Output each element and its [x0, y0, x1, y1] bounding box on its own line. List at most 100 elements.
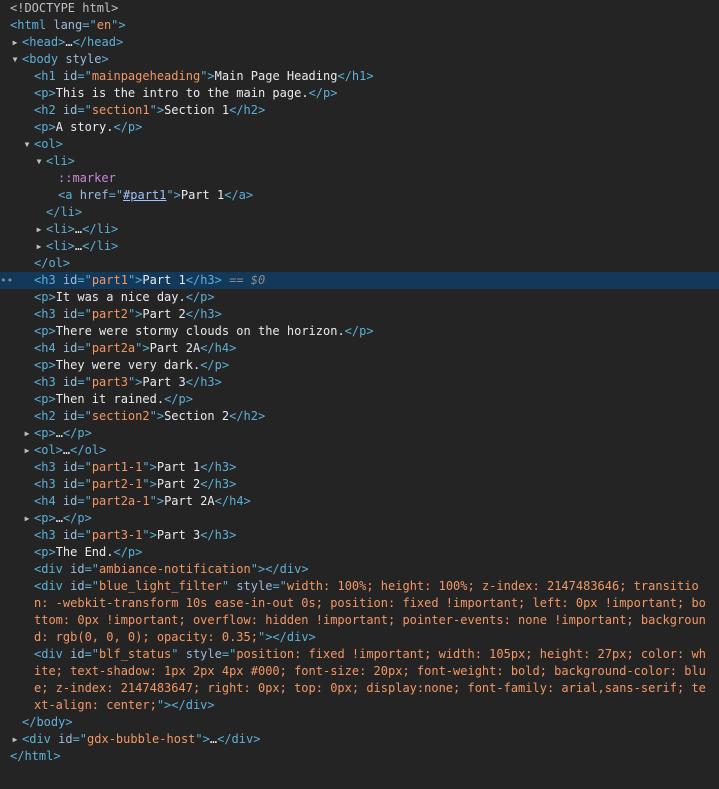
- token-tag: <ol>: [34, 137, 63, 151]
- dom-node[interactable]: ▶ <ol>…</ol>: [0, 442, 719, 459]
- token-an: id: [70, 579, 85, 593]
- token-tag: ">: [135, 341, 150, 355]
- token-av: en: [96, 18, 112, 32]
- token-tag: </h2>: [229, 409, 266, 423]
- collapse-triangle-icon[interactable]: ▼: [22, 136, 32, 153]
- token-tag: <p>: [34, 324, 56, 338]
- dom-node[interactable]: ▼ <body style>: [0, 51, 719, 68]
- dom-node[interactable]: ▶ <li>…</li>: [0, 221, 719, 238]
- token-tag: <p>: [34, 86, 56, 100]
- dom-node[interactable]: <p>A story.</p>: [0, 119, 719, 136]
- token-an: id: [62, 341, 78, 355]
- dom-node[interactable]: <div id="ambiance-notification"></div>: [0, 561, 719, 578]
- token-tag: ">: [127, 307, 143, 321]
- token-tag: <p>: [34, 545, 56, 559]
- token-eq: == $0: [221, 273, 266, 287]
- dom-node[interactable]: <p>The End.</p>: [0, 544, 719, 561]
- dom-node[interactable]: ▶ <li>…</li>: [0, 238, 719, 255]
- dom-node[interactable]: <div id="blue_light_filter" style="width…: [0, 578, 719, 646]
- dom-node-selected[interactable]: •• <h3 id="part1">Part 1</h3> == $0: [0, 272, 719, 289]
- token-ell: …: [209, 732, 218, 746]
- token-tag: <div: [34, 579, 71, 593]
- token-tag: =": [221, 647, 237, 661]
- expand-triangle-icon[interactable]: ▶: [34, 221, 44, 238]
- token-tag: ">: [127, 375, 143, 389]
- expand-triangle-icon[interactable]: ▶: [34, 238, 44, 255]
- token-tag: </li>: [46, 205, 83, 219]
- dom-node[interactable]: <h3 id="part2-1">Part 2</h3>: [0, 476, 719, 493]
- dom-node[interactable]: ▶ <div id="gdx-bubble-host">…</div>: [0, 731, 719, 748]
- dom-node[interactable]: <h3 id="part3">Part 3</h3>: [0, 374, 719, 391]
- expand-triangle-icon[interactable]: ▶: [22, 425, 32, 442]
- token-txt: It was a nice day.: [55, 290, 186, 304]
- dom-node[interactable]: ▶ <p>…</p>: [0, 510, 719, 527]
- dom-node[interactable]: <div id="blf_status" style="position: fi…: [0, 646, 719, 714]
- token-tag: </h4>: [200, 341, 237, 355]
- dom-node[interactable]: <h2 id="section2">Section 2</h2>: [0, 408, 719, 425]
- token-av: part3-1: [91, 528, 143, 542]
- dom-node[interactable]: <h3 id="part3-1">Part 3</h3>: [0, 527, 719, 544]
- token-tag: =": [77, 341, 92, 355]
- token-av: part3: [91, 375, 128, 389]
- dom-node[interactable]: <h2 id="section1">Section 1</h2>: [0, 102, 719, 119]
- token-an: id: [62, 460, 78, 474]
- token-tag: ": [221, 579, 237, 593]
- node-options-icon[interactable]: ••: [0, 272, 13, 289]
- dom-node[interactable]: ▶ <head>…</head>: [0, 34, 719, 51]
- dom-node[interactable]: <p>They were very dark.</p>: [0, 357, 719, 374]
- token-tag: ">: [142, 460, 157, 474]
- token-an: style: [65, 52, 102, 66]
- token-txt: This is the intro to the main page.: [55, 86, 309, 100]
- dom-node[interactable]: <h3 id="part1-1">Part 1</h3>: [0, 459, 719, 476]
- dom-node[interactable]: ▶ <p>…</p>: [0, 425, 719, 442]
- dom-node[interactable]: ▼ <ol>: [0, 136, 719, 153]
- expand-triangle-icon[interactable]: ▶: [10, 34, 20, 51]
- token-av: #part1: [123, 188, 167, 202]
- token-an: style: [185, 647, 222, 661]
- dom-node[interactable]: ::marker: [0, 170, 719, 187]
- dom-node[interactable]: </html>: [0, 748, 719, 765]
- dom-node[interactable]: <p>There were stormy clouds on the horiz…: [0, 323, 719, 340]
- token-tag: <p>: [34, 358, 56, 372]
- expand-triangle-icon[interactable]: ▶: [22, 510, 32, 527]
- token-ell: …: [65, 35, 73, 49]
- dom-node[interactable]: </body>: [0, 714, 719, 731]
- dom-node[interactable]: </li>: [0, 204, 719, 221]
- dom-node[interactable]: </ol>: [0, 255, 719, 272]
- token-tag: </h3>: [200, 460, 237, 474]
- dom-node[interactable]: ▼ <li>: [0, 153, 719, 170]
- token-tag: ">: [111, 18, 126, 32]
- token-tag: <h1: [34, 69, 63, 83]
- dom-node[interactable]: <p>It was a nice day.</p>: [0, 289, 719, 306]
- token-tag: ">: [142, 528, 157, 542]
- dom-node[interactable]: <h4 id="part2a">Part 2A</h4>: [0, 340, 719, 357]
- token-txt: Section 2: [164, 409, 230, 423]
- token-txt: Part 1: [180, 188, 225, 202]
- dom-node[interactable]: <h1 id="mainpageheading">Main Page Headi…: [0, 68, 719, 85]
- expand-triangle-icon[interactable]: ▶: [22, 442, 32, 459]
- token-tag: <h4: [34, 494, 63, 508]
- token-tag: =": [108, 188, 124, 202]
- token-tag: =": [77, 409, 92, 423]
- dom-node[interactable]: <p>This is the intro to the main page.</…: [0, 85, 719, 102]
- dom-node[interactable]: <h3 id="part2">Part 2</h3>: [0, 306, 719, 323]
- token-txt: Part 2A: [149, 341, 201, 355]
- token-tag: <h3: [34, 460, 63, 474]
- token-tag: <head>: [22, 35, 66, 49]
- collapse-triangle-icon[interactable]: ▼: [34, 153, 44, 170]
- token-tag: </ol>: [34, 256, 71, 270]
- token-txt: Part 2: [142, 307, 186, 321]
- collapse-triangle-icon[interactable]: ▼: [10, 51, 20, 68]
- token-tag: </p>: [200, 358, 230, 372]
- token-tag: "></div>: [257, 630, 316, 644]
- dom-node[interactable]: <!DOCTYPE html>: [0, 0, 719, 17]
- dom-node[interactable]: <h4 id="part2a-1">Part 2A</h4>: [0, 493, 719, 510]
- token-tag: </p>: [164, 392, 193, 406]
- expand-triangle-icon[interactable]: ▶: [10, 731, 20, 748]
- token-tag: </ol>: [70, 443, 107, 457]
- dom-node[interactable]: <p>Then it rained.</p>: [0, 391, 719, 408]
- token-tag: ": [171, 647, 186, 661]
- dom-node[interactable]: <a href="#part1">Part 1</a>: [0, 187, 719, 204]
- dom-node[interactable]: <html lang="en">: [0, 17, 719, 34]
- token-an: id: [62, 69, 78, 83]
